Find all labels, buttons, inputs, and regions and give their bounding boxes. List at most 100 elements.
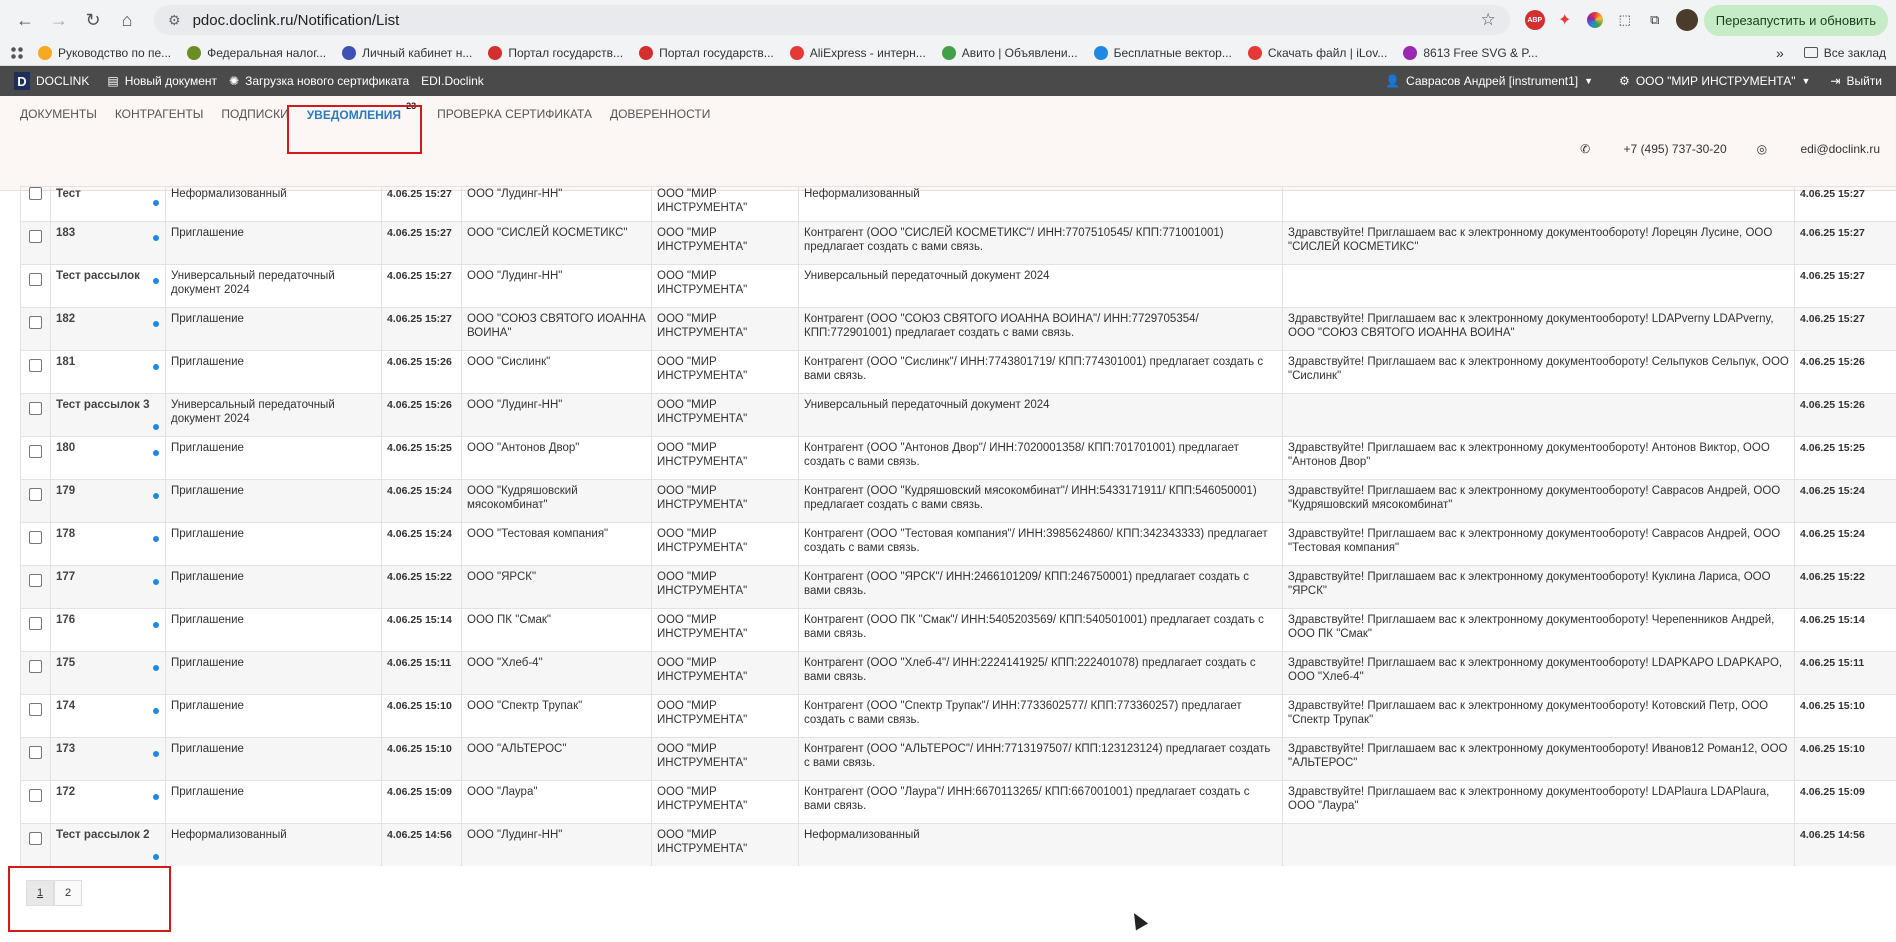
cell-to: ООО "МИР ИНСТРУМЕНТА": [651, 479, 799, 523]
table-row[interactable]: 179 Приглашение 4.06.25 15:24 ООО "Кудряшов…: [20, 479, 1896, 523]
table-row[interactable]: Тест рассылок 2 Неформализованный 4.06.25 …: [20, 823, 1896, 866]
tab-label: ПОДПИСКИ: [221, 107, 289, 121]
cell-date-text: 4.06.25 15:25: [387, 442, 452, 454]
row-checkbox[interactable]: [29, 402, 42, 415]
table-row[interactable]: 182 Приглашение 4.06.25 15:27 ООО "СОЮЗ СВЯ…: [20, 307, 1896, 351]
brand-name[interactable]: DOCLINK: [36, 74, 89, 88]
cell-type-text: Приглашение: [171, 313, 244, 325]
row-checkbox[interactable]: [29, 359, 42, 372]
row-checkbox[interactable]: [29, 574, 42, 587]
bookmark-item[interactable]: Авито | Объявлени...: [941, 45, 1078, 60]
table-row[interactable]: 178 Приглашение 4.06.25 15:24 ООО "Тестовая…: [20, 522, 1896, 566]
home-icon[interactable]: ⌂: [110, 3, 144, 37]
edi-link[interactable]: EDI.Doclink: [421, 74, 484, 88]
cell-date2: 4.06.25 15:10: [1794, 737, 1896, 781]
cell-message: Здравствуйте! Приглашаем вас к электронн…: [1282, 436, 1795, 480]
table-row[interactable]: Тест рассылок Универсальный передаточный …: [20, 264, 1896, 308]
adblock-extension-icon[interactable]: ABP: [1520, 5, 1550, 35]
bookmark-star-icon[interactable]: ☆: [1481, 10, 1496, 30]
table-row[interactable]: 183 Приглашение 4.06.25 15:27 ООО "СИСЛЕЙ К…: [20, 221, 1896, 265]
phone-text[interactable]: ✆ +7 (495) 737-30-20: [1580, 142, 1726, 156]
row-checkbox[interactable]: [29, 746, 42, 759]
logout-icon: ⇥: [1830, 74, 1841, 88]
site-info-icon[interactable]: ⚙: [168, 12, 181, 29]
bookmark-item[interactable]: AliExpress - интерн...: [789, 45, 926, 60]
cell-subject-text: Контрагент (ООО "АЛЬТЕРОС"/ ИНН:77131975…: [804, 743, 1271, 769]
color-picker-extension-icon[interactable]: [1580, 5, 1610, 35]
apps-grid-icon[interactable]: [10, 45, 24, 60]
upload-certificate-link[interactable]: ✺ Загрузка нового сертификата: [229, 74, 409, 88]
table-row[interactable]: 174 Приглашение 4.06.25 15:10 ООО "Спектр Т…: [20, 694, 1896, 738]
back-icon[interactable]: ←: [8, 3, 42, 37]
reload-icon[interactable]: ↻: [76, 3, 110, 37]
relaunch-button[interactable]: Перезапустить и обновить: [1703, 4, 1888, 36]
bookmark-item[interactable]: Личный кабинет н...: [342, 45, 472, 60]
extension-red-icon[interactable]: ✦: [1550, 5, 1580, 35]
cell-num-text: 180: [56, 442, 76, 454]
new-document-link[interactable]: ▤ Новый документ: [107, 74, 217, 88]
row-checkbox[interactable]: [29, 617, 42, 630]
bookmark-item[interactable]: Бесплатные вектор...: [1093, 45, 1232, 60]
tab-item[interactable]: КОНТРАГЕНТЫ: [115, 107, 204, 121]
table-row[interactable]: 176 Приглашение 4.06.25 15:14 ООО ПК "Смак"…: [20, 608, 1896, 652]
table-row[interactable]: Тест Неформализованный 4.06.25 15:27 ООО "Л…: [20, 186, 1896, 222]
logout-link[interactable]: ⇥ Выйти: [1830, 74, 1882, 88]
row-checkbox[interactable]: [29, 789, 42, 802]
bookmark-label: Федеральная налог...: [207, 45, 327, 60]
row-checkbox[interactable]: [29, 230, 42, 243]
cell-subject: Контрагент (ООО ПК "Смак"/ ИНН:540520356…: [798, 608, 1283, 652]
bookmark-item[interactable]: Скачать файл | iLov...: [1247, 45, 1387, 60]
table-row[interactable]: 181 Приглашение 4.06.25 15:26 ООО "Сислинк"…: [20, 350, 1896, 394]
bookmark-item[interactable]: Портал государств...: [488, 45, 623, 60]
cell-message: Здравствуйте! Приглашаем вас к электронн…: [1282, 608, 1795, 652]
cell-type-text: Неформализованный: [171, 188, 287, 200]
screenshot-extension-icon[interactable]: ⬚: [1610, 5, 1640, 35]
table-row[interactable]: 173 Приглашение 4.06.25 15:10 ООО "АЛЬТЕРОС…: [20, 737, 1896, 781]
cell-date2-text: 4.06.25 15:27: [1800, 270, 1865, 282]
row-checkbox[interactable]: [29, 187, 42, 200]
bookmark-item[interactable]: 8613 Free SVG & P...: [1403, 45, 1538, 60]
cell-date2: 4.06.25 15:27: [1794, 221, 1896, 265]
row-checkbox[interactable]: [29, 703, 42, 716]
extensions-puzzle-icon[interactable]: ⧉: [1640, 5, 1670, 35]
unread-dot-icon: [153, 450, 159, 456]
cell-date-text: 4.06.25 15:10: [387, 743, 452, 755]
table-row[interactable]: Тест рассылок 3 Универсальный передаточны…: [20, 393, 1896, 437]
address-bar[interactable]: ⚙ pdoc.doclink.ru/Notification/List ☆: [154, 5, 1510, 35]
cell-subject-text: Контрагент (ООО "Сислинк"/ ИНН:774380171…: [804, 356, 1264, 382]
table-row[interactable]: 177 Приглашение 4.06.25 15:22 ООО "ЯРСК" ООО…: [20, 565, 1896, 609]
more-bookmarks-icon[interactable]: »: [1776, 45, 1784, 61]
bookmark-item[interactable]: Федеральная налог...: [187, 45, 327, 60]
row-checkbox[interactable]: [29, 531, 42, 544]
bookmark-item[interactable]: Портал государств...: [639, 45, 774, 60]
row-checkbox-cell: [20, 307, 51, 351]
tab-item[interactable]: ДОВЕРЕННОСТИ: [610, 107, 710, 121]
row-checkbox[interactable]: [29, 488, 42, 501]
email-text[interactable]: ◎ edi@doclink.ru: [1757, 142, 1880, 156]
row-checkbox[interactable]: [29, 273, 42, 286]
profile-avatar[interactable]: [1675, 9, 1698, 31]
unread-dot-icon: [153, 708, 159, 714]
bookmark-favicon-icon: [941, 45, 956, 60]
cell-to: ООО "МИР ИНСТРУМЕНТА": [651, 651, 799, 695]
row-checkbox[interactable]: [29, 445, 42, 458]
table-row[interactable]: 175 Приглашение 4.06.25 15:11 ООО "Хлеб-4" О…: [20, 651, 1896, 695]
forward-icon[interactable]: →: [42, 3, 76, 37]
tab-item[interactable]: ПРОВЕРКА СЕРТИФИКАТА: [437, 107, 592, 121]
cell-subject-text: Контрагент (ООО "СИСЛЕЙ КОСМЕТИКС"/ ИНН:…: [804, 227, 1224, 253]
tab-item[interactable]: ДОКУМЕНТЫ: [20, 107, 97, 121]
cell-date-text: 4.06.25 15:27: [387, 270, 452, 282]
bookmark-item[interactable]: Руководство по пе...: [38, 45, 171, 60]
table-row[interactable]: 172 Приглашение 4.06.25 15:09 ООО "Лаура" ОО…: [20, 780, 1896, 824]
cell-num-text: 173: [56, 743, 76, 755]
row-checkbox[interactable]: [29, 316, 42, 329]
table-row[interactable]: 180 Приглашение 4.06.25 15:25 ООО "Антонов …: [20, 436, 1896, 480]
cell-date-text: 4.06.25 15:27: [387, 313, 452, 325]
row-checkbox[interactable]: [29, 660, 42, 673]
cell-message: Здравствуйте! Приглашаем вас к электронн…: [1282, 479, 1795, 523]
row-checkbox[interactable]: [29, 832, 42, 845]
user-menu[interactable]: 👤 Саврасов Андрей [instrument1] ▼: [1385, 74, 1593, 88]
org-menu[interactable]: ⚙ ООО "МИР ИНСТРУМЕНТА" ▼: [1619, 74, 1810, 88]
tab-item[interactable]: ПОДПИСКИ: [221, 107, 288, 121]
all-bookmarks-label[interactable]: Все заклад: [1824, 46, 1886, 60]
